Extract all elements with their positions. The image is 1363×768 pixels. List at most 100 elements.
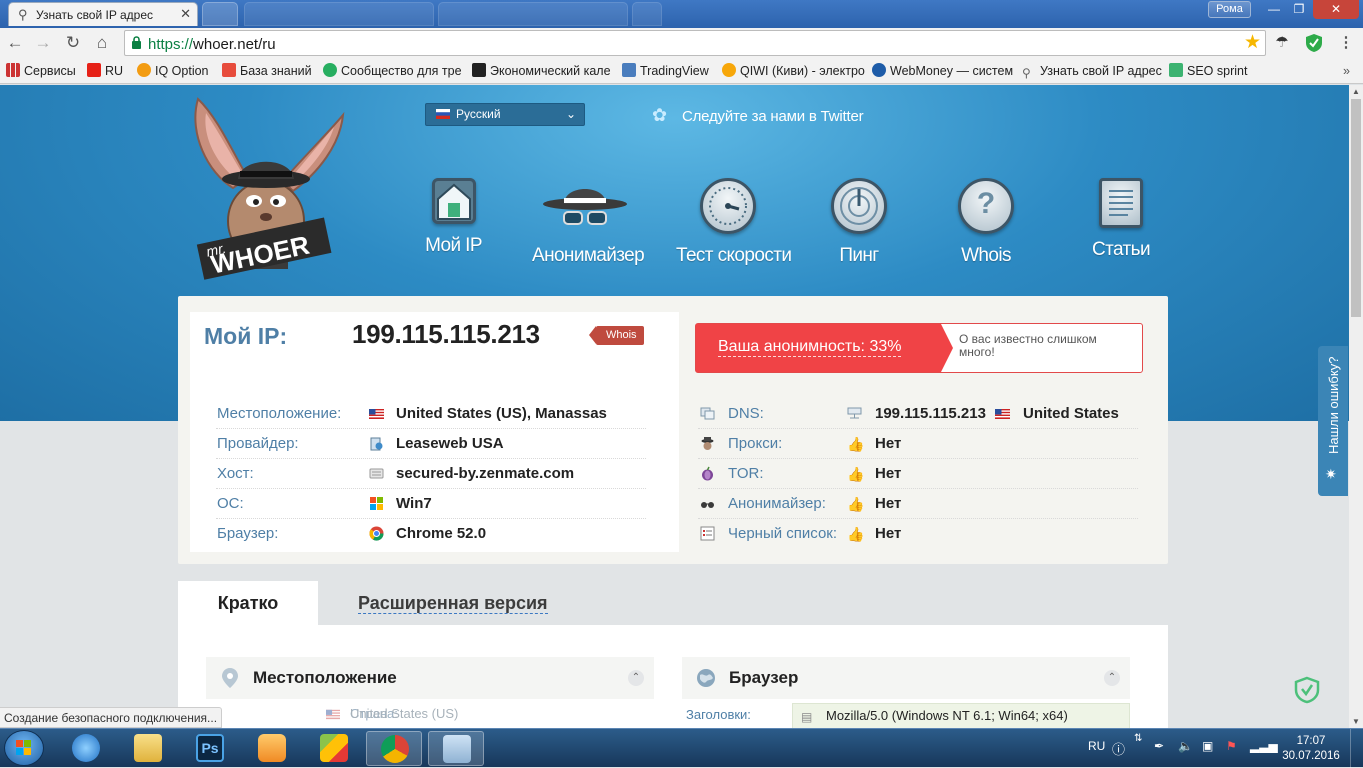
security-alert-icon[interactable]: ⚑ [1226, 739, 1237, 753]
investing-icon [472, 63, 486, 77]
bookmark-community[interactable]: Сообщество для тре [323, 62, 462, 80]
network-signal-icon[interactable]: ▂▃▅ [1250, 739, 1278, 753]
zenmate-shield-icon[interactable] [1304, 33, 1324, 53]
start-button[interactable] [4, 730, 44, 766]
home-icon[interactable]: ⌂ [91, 33, 113, 53]
collapse-icon[interactable]: ⌃ [1104, 670, 1120, 686]
collapse-icon[interactable]: ⌃ [628, 670, 644, 686]
scroll-up-icon[interactable]: ▲ [1352, 87, 1360, 96]
menu-icon[interactable]: ⋮ [1336, 33, 1356, 53]
seo-sprint-icon [1169, 63, 1183, 77]
mr-whoer-logo[interactable]: mr. WHOER [178, 93, 348, 283]
nav-articles[interactable]: Статьи [1092, 178, 1151, 261]
report-error-tab[interactable]: Нашли ошибку? ✷ [1318, 346, 1348, 496]
scroll-down-icon[interactable]: ▼ [1352, 717, 1360, 726]
show-desktop-button[interactable] [1350, 729, 1363, 768]
list-icon [700, 526, 715, 541]
bookmark-seo-sprint[interactable]: SEO sprint [1169, 62, 1247, 80]
window-close-icon[interactable]: ✕ [1313, 0, 1359, 19]
taskbar-media[interactable] [244, 731, 300, 766]
zenmate-shield-icon[interactable] [1294, 676, 1320, 704]
iq-option-icon [137, 63, 151, 77]
bookmark-knowledge-base[interactable]: База знаний [222, 62, 312, 80]
bookmark-whoer[interactable]: ⚲ Узнать свой IP адрес [1022, 62, 1162, 80]
volume-icon[interactable]: 🔈 [1178, 739, 1193, 753]
nav-ping[interactable]: Пинг [830, 178, 888, 267]
pen-icon[interactable]: ✒ [1154, 739, 1164, 753]
clock-date: 30.07.2016 [1282, 750, 1340, 762]
maximize-icon[interactable]: ❐ [1287, 0, 1311, 19]
tradingview-icon [622, 63, 636, 77]
forward-icon[interactable]: → [32, 33, 54, 53]
scrollbar-thumb[interactable] [1351, 99, 1361, 317]
taskbar-ie[interactable] [58, 731, 114, 766]
tab-brief[interactable]: Кратко [178, 581, 318, 625]
home-icon [431, 178, 476, 224]
page-viewport: mr. WHOER Русский ⌄ ✿ Следуйте за нами в … [0, 85, 1349, 728]
check-row-proxy: Прокси: 👍 Нет [698, 429, 1138, 459]
server-icon [369, 468, 384, 479]
taskbar-chrome[interactable] [366, 731, 422, 766]
tray-notify-icon[interactable]: ⇅ [1134, 733, 1142, 744]
bug-icon: ✷ [1325, 466, 1337, 482]
bookmark-tradingview[interactable]: TradingView [622, 62, 709, 80]
help-icon[interactable]: ⓘ [1112, 739, 1125, 758]
tab-background[interactable] [438, 2, 628, 26]
bookmark-apps[interactable]: Сервисы [6, 62, 76, 80]
device-icon[interactable]: ▣ [1202, 739, 1213, 753]
nav-speed-test[interactable]: Тест скорости [676, 178, 792, 267]
taskbar-explorer[interactable] [120, 731, 176, 766]
anonymity-label[interactable]: Ваша анонимность: 33% [718, 338, 902, 357]
detail-row-location: Местоположение: United States (US), Mana… [216, 399, 646, 429]
globe-icon [697, 669, 715, 687]
check-row-dns: DNS: 199.115.115.213 United States [698, 399, 1138, 429]
minimize-icon[interactable]: — [1262, 0, 1286, 19]
page-scrollbar[interactable]: ▲ ▼ [1349, 85, 1363, 728]
taskbar-bluestacks[interactable] [306, 731, 362, 766]
tab-background[interactable] [632, 2, 662, 26]
back-icon[interactable]: ← [4, 33, 26, 53]
language-select[interactable]: Русский ⌄ [425, 103, 585, 126]
us-flag-icon [995, 409, 1010, 419]
search-icon: ⚲ [1022, 66, 1031, 80]
browser-titlebar: ⚲ Узнать свой IP адрес ✕ Рома — ❐ ✕ [0, 0, 1363, 28]
bookmark-star-icon[interactable]: ★ [1244, 31, 1261, 54]
country-value: United States (US) [350, 706, 459, 721]
extension-umbrella-icon[interactable]: ☂ [1272, 33, 1292, 53]
nav-whois[interactable]: ? Whois [958, 178, 1014, 267]
view-tabs: Кратко Расширенная версия [178, 581, 1168, 625]
thumbs-up-icon: 👍 [847, 436, 865, 452]
taskbar-window[interactable] [428, 731, 484, 766]
headers-box: ▤ Mozilla/5.0 (Windows NT 6.1; Win64; x6… [792, 703, 1130, 728]
speedometer-icon [700, 178, 756, 234]
bookmark-webmoney[interactable]: WebMoney — систем [872, 62, 1013, 80]
tab-active[interactable]: ⚲ Узнать свой IP адрес ✕ [8, 2, 198, 26]
bookmark-ru[interactable]: RU [87, 62, 123, 80]
nav-anonymizer[interactable]: Анонимайзер [532, 178, 645, 267]
chevron-down-icon: ⌄ [565, 107, 576, 121]
bookmark-economic-calendar[interactable]: Экономический кале [472, 62, 611, 80]
ie-icon [72, 734, 100, 762]
bookmark-qiwi[interactable]: QIWI (Киви) - электро [722, 62, 865, 80]
system-clock[interactable]: 17:07 30.07.2016 [1278, 734, 1344, 764]
nav-my-ip[interactable]: Мой IP [425, 178, 483, 257]
reload-icon[interactable]: ↻ [62, 33, 84, 53]
radar-icon [831, 178, 887, 234]
keyboard-language[interactable]: RU [1088, 739, 1105, 753]
chrome-icon [381, 735, 409, 763]
whois-button[interactable]: Whois [589, 326, 644, 345]
taskbar-photoshop[interactable]: Ps [182, 731, 238, 766]
address-bar[interactable]: https://whoer.net/ru ★ [124, 30, 1266, 56]
profile-button[interactable]: Рома [1208, 1, 1251, 18]
twitter-link[interactable]: ✿ Следуйте за нами в Twitter [652, 105, 864, 126]
dns-icon [700, 407, 715, 420]
tab-background[interactable] [244, 2, 434, 26]
new-tab-button[interactable] [202, 2, 238, 26]
bookmarks-overflow-icon[interactable]: » [1343, 62, 1350, 80]
tab-extended[interactable]: Расширенная версия [358, 593, 548, 614]
document-icon [1099, 178, 1143, 228]
map-pin-icon [222, 668, 238, 688]
bookmark-iq-option[interactable]: IQ Option [137, 62, 209, 80]
search-icon: ⚲ [18, 7, 28, 22]
close-icon[interactable]: ✕ [180, 6, 191, 22]
